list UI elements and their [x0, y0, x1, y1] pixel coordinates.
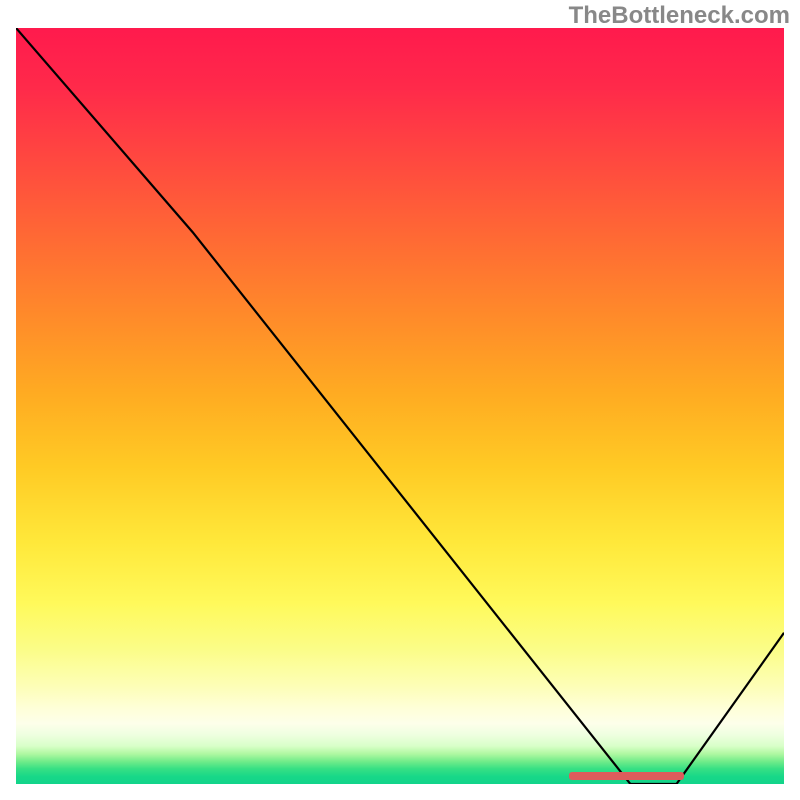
bottleneck-marker: [569, 772, 684, 780]
watermark: TheBottleneck.com: [569, 2, 790, 30]
chart-container: TheBottleneck.com: [0, 0, 800, 800]
curve-svg: [16, 28, 784, 784]
performance-curve: [16, 28, 784, 784]
plot-area: [16, 28, 784, 784]
